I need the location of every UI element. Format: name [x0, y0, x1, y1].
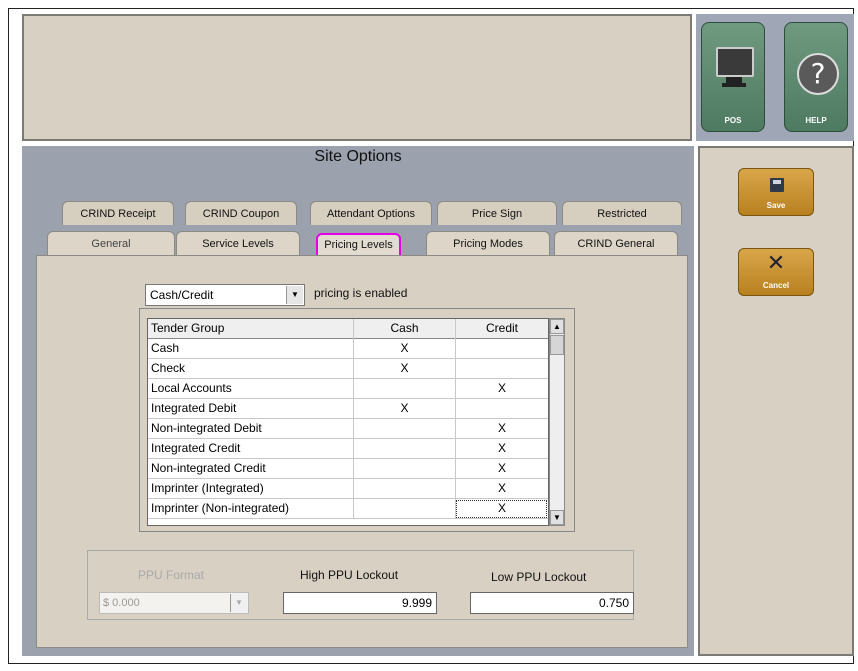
tab-general[interactable]: General [47, 231, 175, 255]
tender-group-cell: Imprinter (Non-integrated) [151, 501, 290, 515]
scroll-thumb[interactable] [550, 335, 564, 355]
tab-crind-receipt[interactable]: CRIND Receipt [62, 201, 174, 225]
table-row[interactable]: Cash X [148, 339, 548, 359]
ppu-format-value: $ 0.000 [103, 597, 140, 609]
low-ppu-lockout-input[interactable]: 0.750 [470, 592, 634, 614]
tab-pricing-modes[interactable]: Pricing Modes [426, 231, 550, 255]
tab-attendant-options[interactable]: Attendant Options [310, 201, 432, 225]
save-button[interactable]: Save [738, 168, 814, 216]
header-cash: Cash [353, 319, 455, 339]
pos-button-label: POS [724, 116, 742, 125]
credit-cell[interactable]: X [455, 459, 548, 479]
cash-cell[interactable]: X [353, 339, 455, 359]
tender-group-cell: Integrated Credit [151, 441, 241, 455]
cash-cell[interactable] [353, 439, 455, 459]
scroll-up-icon[interactable]: ▲ [550, 319, 564, 334]
scroll-down-icon[interactable]: ▼ [550, 510, 564, 525]
tender-group-cell: Check [151, 361, 186, 375]
message-panel [22, 14, 692, 141]
high-ppu-lockout-input[interactable]: 9.999 [283, 592, 437, 614]
cash-cell[interactable] [353, 499, 455, 519]
credit-cell[interactable] [455, 359, 548, 379]
credit-cell[interactable]: X [455, 479, 548, 499]
table-scrollbar[interactable]: ▲ ▼ [549, 318, 565, 526]
cash-cell[interactable] [353, 479, 455, 499]
credit-cell[interactable]: X [455, 419, 548, 439]
table-header-row: Tender Group Cash Credit [148, 319, 548, 339]
low-ppu-lockout-label: Low PPU Lockout [491, 570, 587, 584]
pos-button[interactable]: POS [701, 22, 765, 132]
tender-group-cell: Non-integrated Debit [151, 421, 262, 435]
page-title: Site Options [314, 148, 402, 165]
tender-group-table[interactable]: Tender Group Cash Credit Cash X Check X … [147, 318, 549, 526]
header-credit: Credit [455, 319, 548, 339]
table-row[interactable]: Integrated Credit X [148, 439, 548, 459]
pricing-enabled-text: pricing is enabled [314, 286, 408, 300]
tab-crind-general[interactable]: CRIND General [554, 231, 678, 255]
cancel-button[interactable]: ✕ Cancel [738, 248, 814, 296]
credit-cell-selected[interactable]: X [455, 499, 548, 519]
credit-cell[interactable] [455, 399, 548, 419]
table-row[interactable]: Non-integrated Credit X [148, 459, 548, 479]
pricing-mode-value: Cash/Credit [150, 288, 214, 302]
table-row[interactable]: Check X [148, 359, 548, 379]
tab-service-levels[interactable]: Service Levels [176, 231, 300, 255]
tender-group-cell: Local Accounts [151, 381, 232, 395]
cash-cell[interactable] [353, 419, 455, 439]
header-tender-group: Tender Group [151, 321, 225, 335]
tab-restricted[interactable]: Restricted [562, 201, 682, 225]
tender-group-cell: Integrated Debit [151, 401, 237, 415]
tender-group-cell: Imprinter (Integrated) [151, 481, 264, 495]
high-ppu-lockout-label: High PPU Lockout [300, 568, 399, 582]
tender-group-cell: Cash [151, 341, 180, 355]
pricing-mode-select[interactable]: Cash/Credit ▼ [145, 284, 305, 306]
save-button-label: Save [766, 201, 786, 210]
chevron-down-icon: ▼ [230, 594, 247, 612]
table-row[interactable]: Imprinter (Non-integrated) X [148, 499, 548, 519]
question-icon: ? [797, 53, 839, 95]
table-row[interactable]: Integrated Debit X [148, 399, 548, 419]
cash-cell[interactable]: X [353, 399, 455, 419]
help-button-label: HELP [805, 116, 827, 125]
credit-cell[interactable] [455, 339, 548, 359]
close-icon: ✕ [766, 251, 786, 276]
tab-price-sign[interactable]: Price Sign [437, 201, 557, 225]
table-row[interactable]: Imprinter (Integrated) X [148, 479, 548, 499]
monitor-icon-stand [722, 83, 746, 87]
tender-group-cell: Non-integrated Credit [151, 461, 266, 475]
tab-pricing-levels[interactable]: Pricing Levels [316, 233, 401, 257]
ppu-format-label: PPU Format [138, 568, 205, 582]
credit-cell[interactable]: X [455, 379, 548, 399]
credit-cell[interactable]: X [455, 439, 548, 459]
floppy-disk-icon [770, 178, 784, 192]
cancel-button-label: Cancel [762, 281, 790, 290]
cash-cell[interactable] [353, 459, 455, 479]
table-row[interactable]: Local Accounts X [148, 379, 548, 399]
cash-cell[interactable] [353, 379, 455, 399]
action-panel [698, 146, 854, 656]
chevron-down-icon[interactable]: ▼ [286, 286, 303, 304]
cash-cell[interactable]: X [353, 359, 455, 379]
help-button[interactable]: ? HELP [784, 22, 848, 132]
tab-crind-coupon[interactable]: CRIND Coupon [185, 201, 297, 225]
ppu-format-select: $ 0.000 ▼ [99, 592, 249, 614]
monitor-icon [716, 47, 754, 77]
table-row[interactable]: Non-integrated Debit X [148, 419, 548, 439]
